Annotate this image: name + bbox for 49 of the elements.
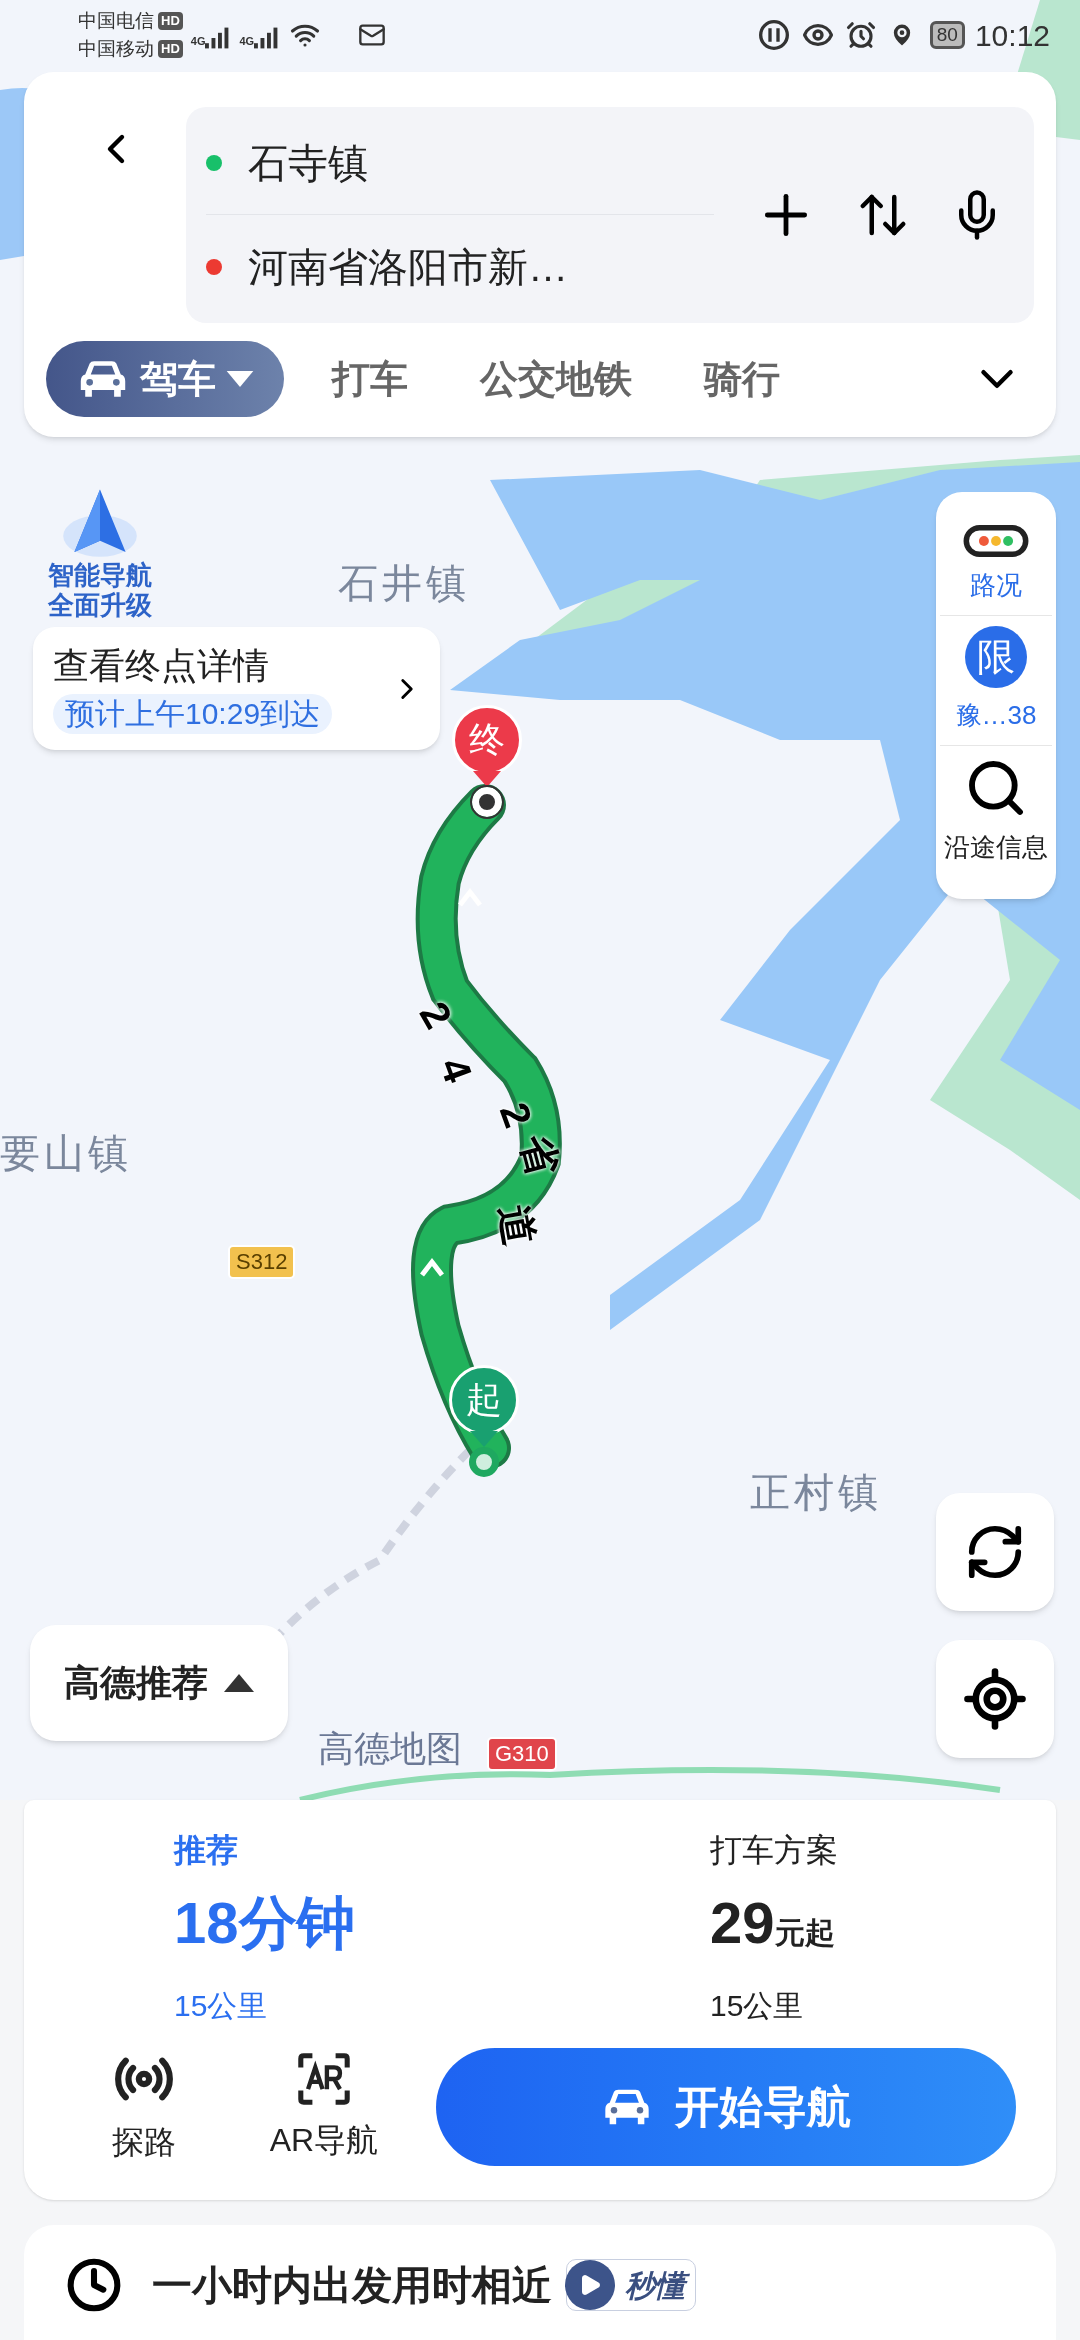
status-time: 10:12 — [974, 17, 1050, 54]
destination-field[interactable]: 河南省洛阳市新… — [248, 237, 568, 297]
locate-icon — [962, 1666, 1028, 1732]
map-tool-button[interactable]: 限 豫…38 — [940, 615, 1052, 745]
carrier-name: 中国电信 — [78, 9, 154, 33]
caret-up-icon — [224, 1674, 254, 1692]
tip-text: 一小时内出发用时相近 — [152, 2262, 552, 2309]
clock-icon — [66, 2257, 122, 2313]
callout-title: 查看终点详情 — [53, 643, 269, 688]
start-navigation-button[interactable]: 开始导航 — [436, 2048, 1016, 2166]
navigation-arrow-icon — [60, 488, 140, 560]
transport-mode-tab[interactable]: 打车 — [332, 350, 408, 408]
road-shield: G310 — [487, 1737, 557, 1771]
map-tool-button[interactable]: 沿途信息 — [940, 745, 1052, 877]
transport-mode-tab[interactable]: 驾车 — [46, 341, 284, 417]
battery-level: 80 — [929, 21, 965, 49]
route-plan-option[interactable]: 打车方案 29元起 15公里 — [710, 1830, 838, 2028]
route-action-button[interactable]: AR导航 — [264, 2050, 384, 2164]
promo-subtitle: 全面升级 — [48, 590, 152, 620]
hd-badge: HD — [158, 40, 183, 58]
map-tool-button[interactable]: 路况 — [940, 514, 1052, 615]
road-name-label: 242省道 — [410, 993, 568, 1251]
transport-mode-tab[interactable]: 公交地铁 — [480, 350, 632, 408]
recommend-dropdown[interactable]: 高德推荐 — [30, 1625, 288, 1741]
traffic-light-icon — [963, 524, 1029, 558]
transport-mode-tab[interactable]: 骑行 — [704, 350, 780, 408]
town-label: 正村镇 — [750, 1469, 882, 1516]
promo-title: 智能导航 — [48, 560, 152, 590]
eta-label: 预计上午10:29到达 — [53, 693, 333, 734]
caret-icon — [226, 371, 254, 387]
road-shield: S312 — [228, 1245, 296, 1279]
hd-badge: HD — [158, 12, 183, 30]
carrier-name: 中国移动 — [78, 37, 154, 61]
restriction-badge: 限 — [965, 626, 1027, 688]
network-type: 4G — [190, 33, 206, 49]
alarm-icon — [845, 20, 876, 50]
start-field[interactable]: 石寺镇 — [248, 132, 368, 193]
video-explainer-badge[interactable]: 秒懂 — [566, 2259, 696, 2311]
route-action-button[interactable]: 探路 — [94, 2048, 194, 2166]
route-plan-option[interactable]: 推荐 18分钟 15公里 — [174, 1830, 710, 2028]
ar-icon — [295, 2050, 353, 2108]
map-brand-label: 高德地图 — [318, 1727, 462, 1771]
network-type: 4G — [239, 33, 255, 49]
town-label: 要山镇 — [0, 1130, 132, 1177]
locate-button[interactable] — [936, 1640, 1054, 1758]
destination-details-callout[interactable]: 查看终点详情 预计上午10:29到达 — [33, 627, 440, 750]
refresh-button[interactable] — [936, 1493, 1054, 1611]
town-label: 石井镇 — [338, 560, 470, 607]
data-saver-icon — [757, 19, 790, 51]
